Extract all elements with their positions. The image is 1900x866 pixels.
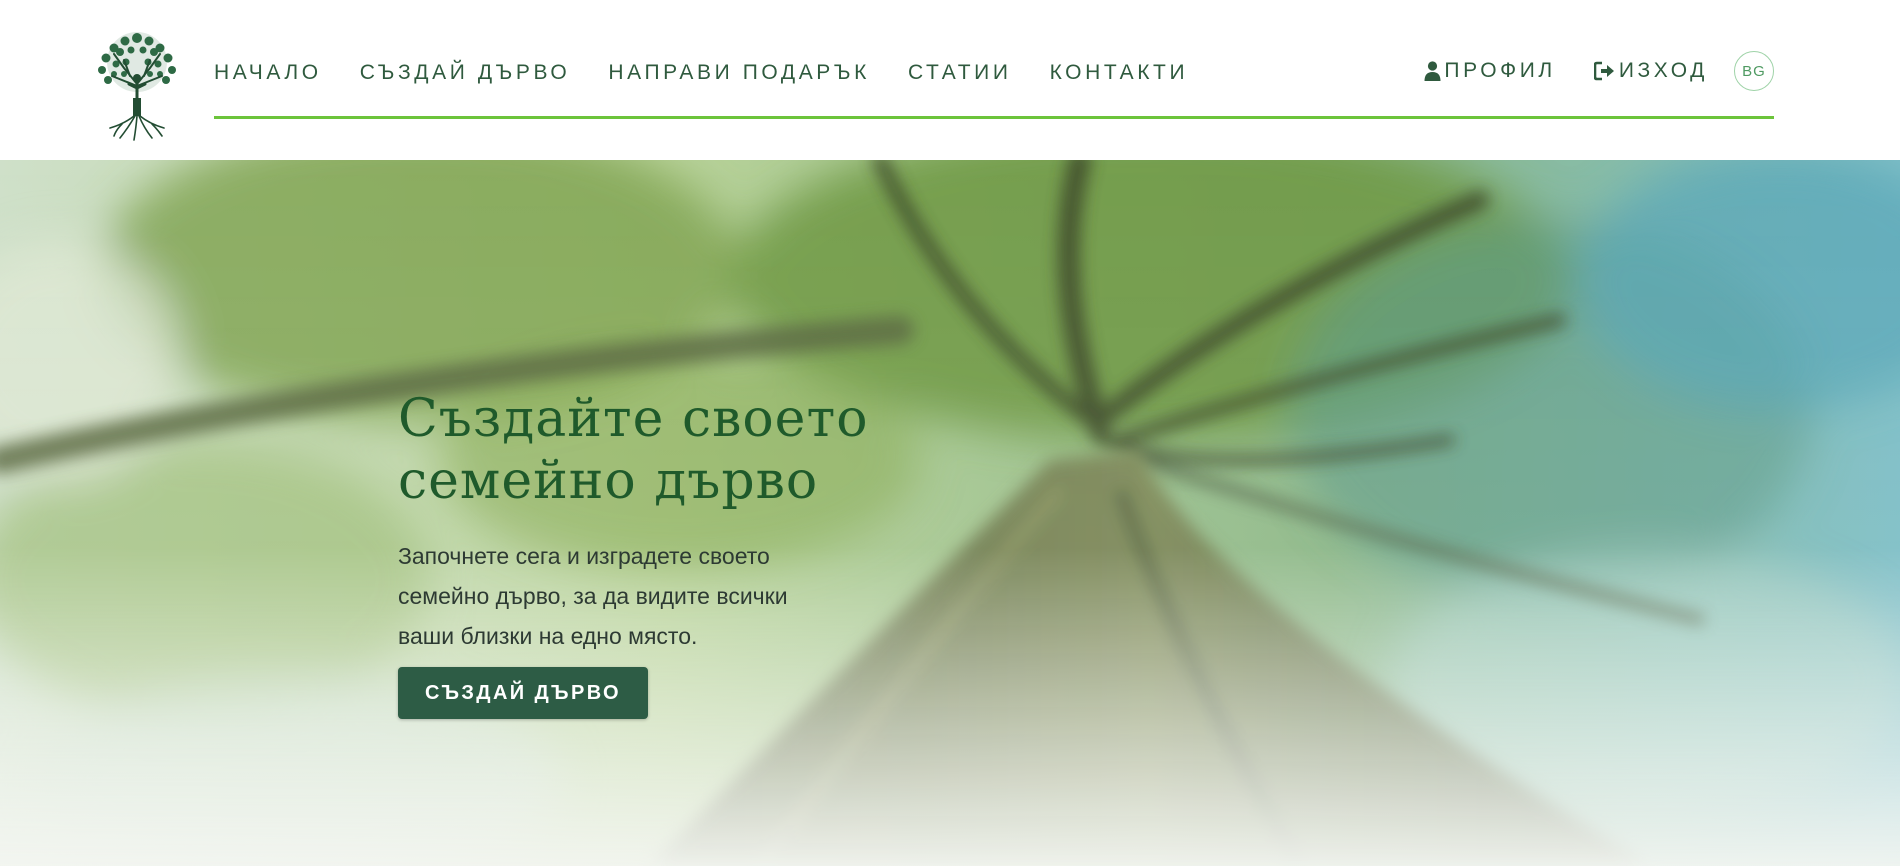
main-nav: НАЧАЛО СЪЗДАЙ ДЪРВО НАПРАВИ ПОДАРЪК СТАТ… [214, 54, 1226, 92]
nav-item-create-tree[interactable]: СЪЗДАЙ ДЪРВО [360, 61, 571, 85]
nav-divider [214, 116, 1774, 119]
nav-item-make-gift[interactable]: НАПРАВИ ПОДАРЪК [608, 61, 870, 85]
sign-out-icon [1593, 61, 1614, 81]
user-icon [1424, 61, 1441, 81]
site-header: НАЧАЛО СЪЗДАЙ ДЪРВО НАПРАВИ ПОДАРЪК СТАТ… [0, 0, 1900, 160]
language-selector[interactable]: BG [1734, 51, 1774, 91]
nav-item-articles[interactable]: СТАТИИ [908, 61, 1012, 85]
hero-description-line-3: ваши близки на едно място. [398, 623, 698, 649]
hero-section: Създайте своето семейно дърво Започнете … [0, 160, 1900, 866]
hero-content: Създайте своето семейно дърво Започнете … [398, 388, 958, 719]
logout-link[interactable]: ИЗХОД [1593, 59, 1708, 83]
hero-description-line-2: семейно дърво, за да видите всички [398, 583, 788, 609]
hero-title-line-2: семейно дърво [398, 451, 819, 511]
hero-description-line-1: Започнете сега и изградете своето [398, 543, 770, 569]
nav-item-home[interactable]: НАЧАЛО [214, 61, 322, 85]
hero-title: Създайте своето семейно дърво [398, 388, 958, 512]
nav-item-contacts[interactable]: КОНТАКТИ [1050, 61, 1189, 85]
hero-description: Започнете сега и изградете своето семейн… [398, 536, 898, 656]
logout-label: ИЗХОД [1618, 59, 1708, 82]
create-tree-button[interactable]: СЪЗДАЙ ДЪРВО [398, 667, 649, 719]
profile-link[interactable]: ПРОФИЛ [1424, 59, 1555, 83]
profile-label: ПРОФИЛ [1444, 59, 1556, 82]
user-nav: ПРОФИЛ ИЗХОД BG [1386, 49, 1774, 93]
tree-logo-icon[interactable] [84, 24, 190, 142]
hero-title-line-1: Създайте своето [398, 389, 869, 449]
